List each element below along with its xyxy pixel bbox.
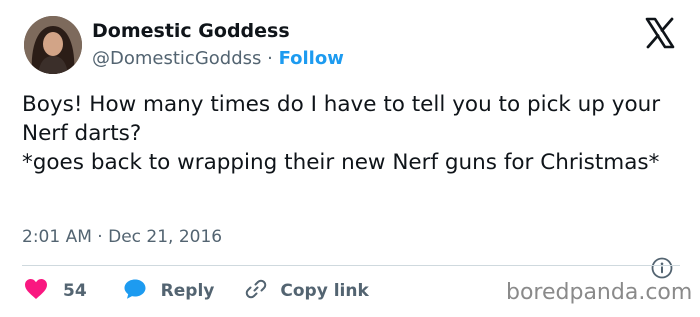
tweet-line-2: *goes back to wrapping their new Nerf gu… bbox=[22, 150, 660, 175]
watermark: boredpanda.com bbox=[506, 280, 693, 305]
tweet-line-1: Boys! How many times do I have to tell y… bbox=[22, 92, 661, 146]
heart-icon bbox=[24, 278, 48, 305]
reply-label: Reply bbox=[160, 281, 215, 301]
follow-button[interactable]: Follow bbox=[279, 48, 344, 69]
author-handle-row: @DomesticGoddss · Follow bbox=[92, 48, 344, 69]
avatar[interactable] bbox=[24, 16, 82, 74]
link-icon bbox=[244, 277, 268, 306]
divider bbox=[22, 265, 680, 266]
reply-button[interactable]: Reply bbox=[123, 278, 215, 305]
like-button[interactable]: 54 bbox=[24, 278, 87, 305]
tweet-actions: 54 Reply Copy link bbox=[24, 277, 369, 305]
time-separator: · bbox=[91, 227, 109, 247]
tweet-date[interactable]: Dec 21, 2016 bbox=[108, 227, 222, 247]
author-handle[interactable]: @DomesticGoddss bbox=[92, 48, 261, 69]
handle-separator: · bbox=[261, 48, 279, 69]
like-count: 54 bbox=[63, 281, 87, 301]
author-name[interactable]: Domestic Goddess bbox=[92, 20, 290, 42]
tweet-text: Boys! How many times do I have to tell y… bbox=[22, 90, 682, 177]
tweet-time[interactable]: 2:01 AM bbox=[22, 227, 92, 247]
copy-link-button[interactable]: Copy link bbox=[244, 277, 369, 306]
x-logo-icon[interactable] bbox=[643, 16, 677, 50]
speech-bubble-icon bbox=[123, 278, 147, 305]
info-icon[interactable] bbox=[651, 257, 673, 279]
copy-link-label: Copy link bbox=[280, 281, 369, 301]
timestamp[interactable]: 2:01 AM · Dec 21, 2016 bbox=[22, 227, 222, 247]
